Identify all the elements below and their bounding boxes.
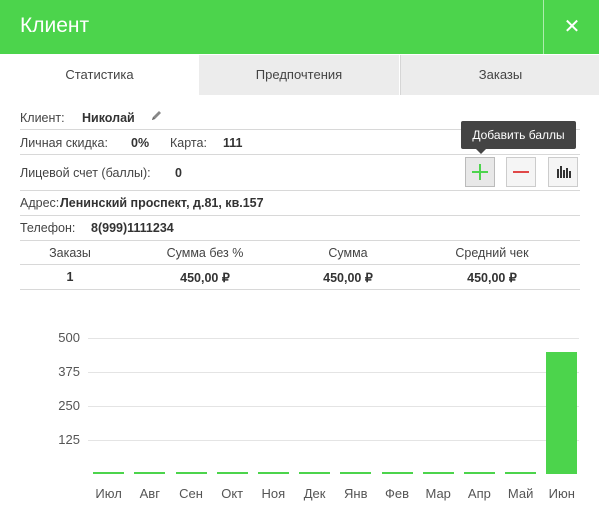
add-points-tooltip: Добавить баллы	[461, 121, 576, 154]
client-name: Николай	[82, 111, 135, 125]
bar-6[interactable]	[299, 472, 331, 474]
x-tick-label: Июл	[95, 486, 122, 501]
x-tick-label: Июн	[548, 486, 575, 501]
address-label: Адрес:	[20, 196, 60, 210]
x-tick-label: Окт	[221, 486, 244, 501]
header-bar: Клиент ✕	[0, 0, 599, 54]
table-header-orders: Заказы	[49, 246, 91, 260]
x-tick-label: Май	[507, 486, 534, 501]
discount-label: Личная скидка:	[20, 136, 108, 150]
bar-chart-icon	[557, 166, 571, 178]
points-history-button[interactable]	[548, 157, 578, 187]
orders-count: 1	[66, 270, 74, 284]
y-tick-label: 500	[58, 330, 80, 345]
table-header-sum: Сумма	[328, 246, 368, 260]
account-value: 0	[175, 166, 182, 180]
card-value: 111	[223, 136, 243, 150]
bar-3[interactable]	[175, 472, 207, 474]
table-header-row: Заказы Сумма без % Сумма Средний чек	[20, 241, 580, 265]
x-tick-label: Ноя	[261, 486, 286, 501]
tab-bar: Статистика Предпочтения Заказы	[0, 55, 599, 95]
client-label: Клиент:	[20, 111, 65, 125]
x-tick-label: Янв	[344, 486, 368, 501]
bar-2[interactable]	[134, 472, 166, 474]
gridline	[88, 406, 579, 407]
account-label: Лицевой счет (баллы):	[20, 166, 151, 180]
y-tick-label: 125	[58, 432, 80, 447]
bar-10[interactable]	[463, 472, 495, 474]
x-tick-label: Апр	[467, 486, 491, 501]
dialog-title: Клиент	[20, 14, 90, 37]
bar-9[interactable]	[422, 472, 454, 474]
gridline	[88, 440, 579, 441]
phone-label: Телефон:	[20, 221, 76, 235]
phone-row: Телефон: 8(999)1111234	[20, 216, 580, 241]
close-icon[interactable]: ✕	[544, 0, 599, 54]
card-label: Карта:	[170, 136, 207, 150]
account-row: Лицевой счет (баллы): 0	[20, 155, 580, 191]
tab-statistics[interactable]: Статистика	[0, 55, 199, 95]
remove-points-button[interactable]	[506, 157, 536, 187]
bar-11[interactable]	[505, 472, 537, 474]
gridline	[88, 338, 579, 339]
y-tick-label: 250	[58, 398, 80, 413]
tab-preferences[interactable]: Предпочтения	[199, 55, 399, 95]
bar-1[interactable]	[93, 472, 125, 474]
edit-pencil-icon[interactable]	[150, 109, 163, 125]
average-check-value: 450,00 ₽	[467, 271, 517, 285]
table-header-sum-no-discount: Сумма без %	[166, 246, 244, 260]
sum-no-discount-value: 450,00 ₽	[180, 271, 230, 285]
y-tick-label: 375	[58, 364, 80, 379]
table-header-average: Средний чек	[455, 246, 529, 260]
bar-4[interactable]	[216, 472, 248, 474]
address-row: Адрес: Ленинский проспект, д.81, кв.157	[20, 191, 580, 216]
x-tick-label: Сен	[179, 486, 203, 501]
add-points-button[interactable]	[465, 157, 495, 187]
address-value: Ленинский проспект, д.81, кв.157	[60, 196, 264, 210]
discount-value: 0%	[131, 136, 150, 150]
tab-orders[interactable]: Заказы	[400, 55, 599, 95]
minus-icon	[513, 171, 529, 173]
table-row: 1 450,00 ₽ 450,00 ₽ 450,00 ₽	[20, 265, 580, 290]
bar-7[interactable]	[340, 472, 372, 474]
gridline	[88, 372, 579, 373]
bar-8[interactable]	[381, 472, 413, 474]
bar-5[interactable]	[257, 472, 289, 474]
phone-value: 8(999)1111234	[91, 221, 174, 235]
sum-value: 450,00 ₽	[323, 271, 373, 285]
close-button-container: ✕	[543, 0, 599, 54]
bar-12[interactable]	[546, 351, 578, 474]
x-tick-label: Авг	[139, 486, 160, 501]
x-tick-label: Фев	[384, 486, 410, 501]
x-tick-label: Дек	[303, 486, 326, 501]
x-tick-label: Мар	[425, 486, 451, 501]
plus-icon	[472, 164, 488, 180]
